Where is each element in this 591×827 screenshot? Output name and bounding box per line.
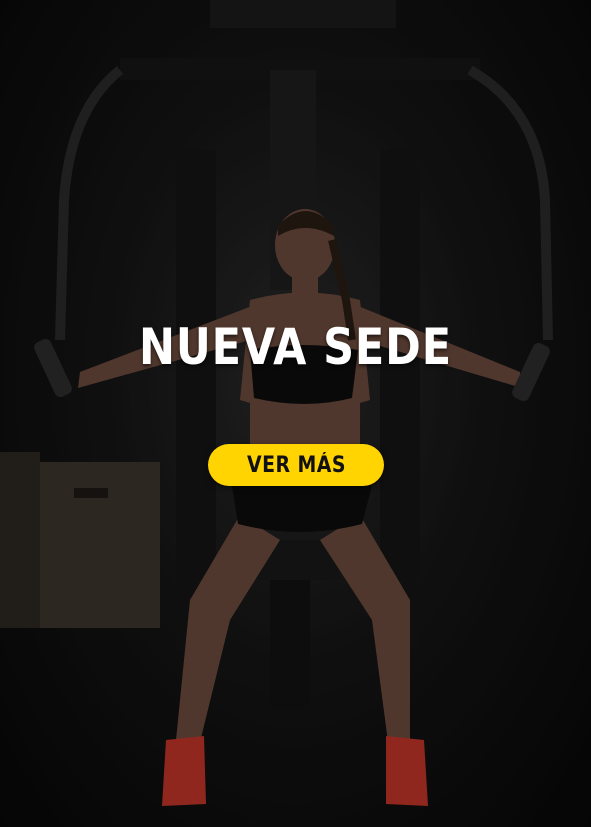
promo-banner[interactable]: NUEVA SEDE VER MÁS	[0, 0, 591, 827]
banner-title: NUEVA SEDE	[139, 318, 452, 376]
dark-overlay	[0, 0, 591, 827]
ver-mas-label: VER MÁS	[246, 452, 346, 478]
ver-mas-button[interactable]: VER MÁS	[208, 444, 384, 486]
